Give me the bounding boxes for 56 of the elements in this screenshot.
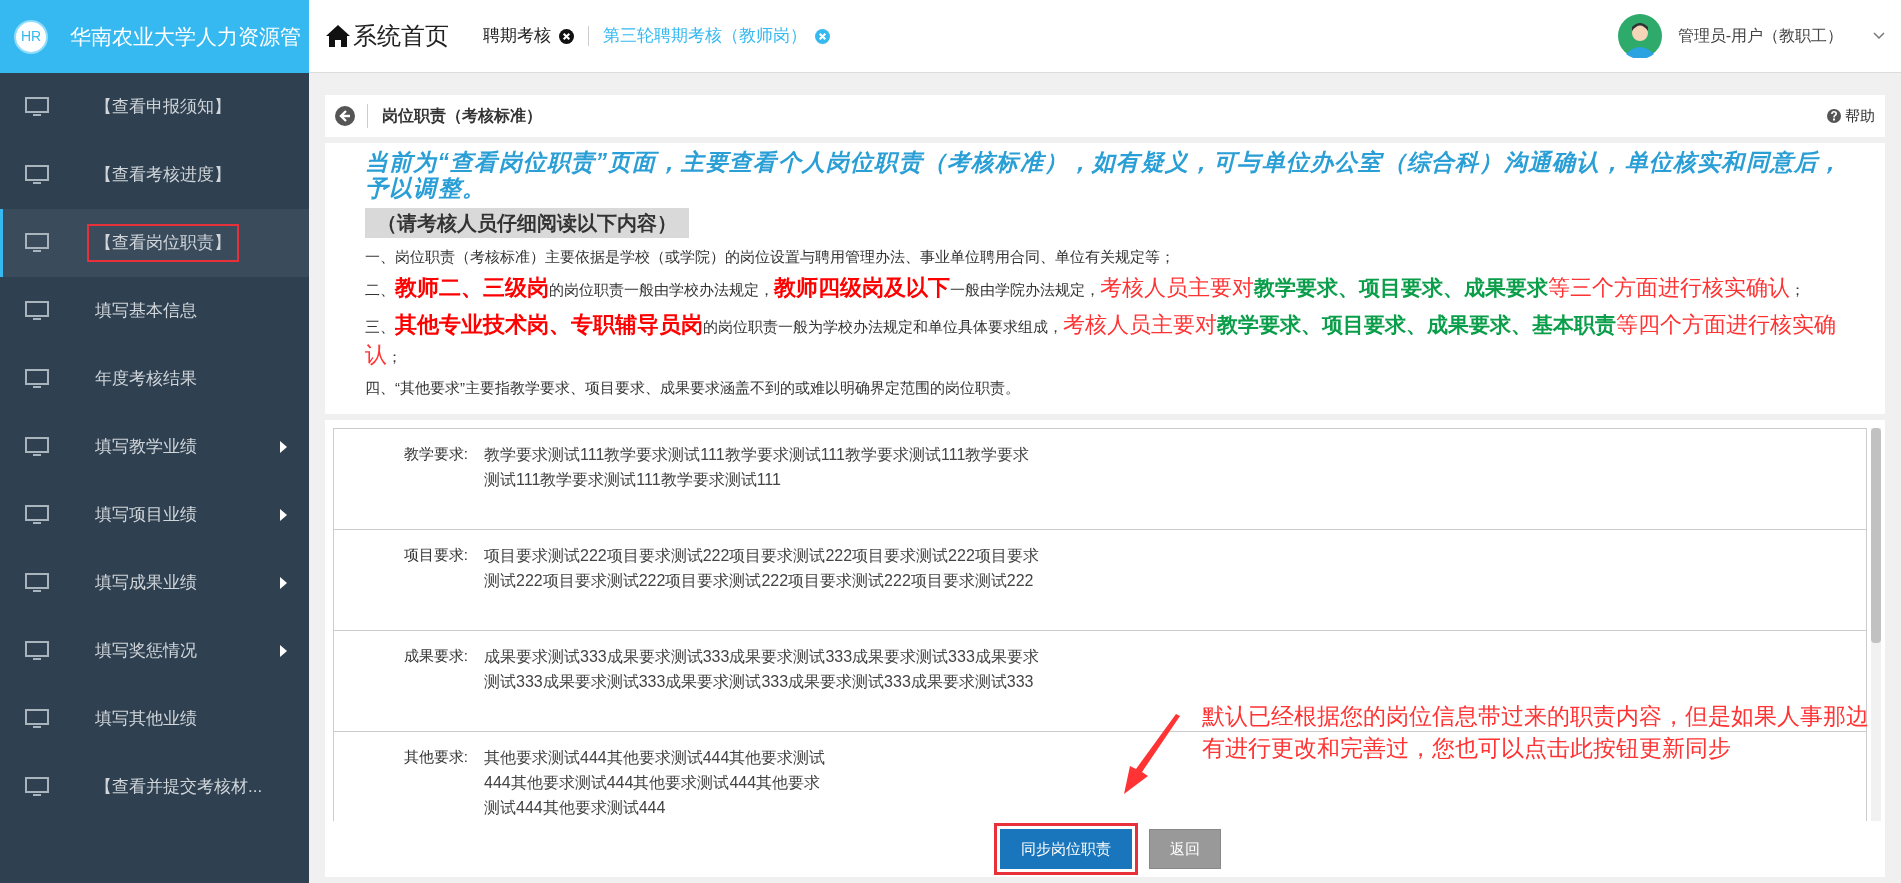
home-link[interactable]: 系统首页 [353, 18, 449, 54]
notice-paragraph: 三、其他专业技术岗、专职辅导员岗的岗位职责一般为学校办法规定和单位具体要求组成，考核人员主要对教学要求、项目要求、成果要求、基本职责等四个方面进行核实确认； [365, 310, 1837, 370]
field-label: 其他要求: [402, 747, 469, 768]
sidebar-item[interactable]: 【查看并提交考核材... [0, 753, 309, 821]
monitor-icon [25, 777, 49, 797]
close-icon[interactable] [559, 28, 574, 44]
sidebar-item[interactable]: 【查看申报须知】 [0, 73, 309, 141]
field-label: 教学要求: [402, 444, 469, 465]
avatar-icon[interactable] [1617, 14, 1662, 58]
sidebar-item[interactable]: 【查看考核进度】 [0, 141, 309, 209]
scrollbar[interactable] [1871, 428, 1881, 821]
notice-paragraph: 一、岗位职责（考核标准）主要依据是学校（或学院）的岗位设置与聘用管理办法、事业单位聘用合同、单位有关规定等； [365, 246, 1176, 267]
monitor-icon [25, 97, 49, 117]
tab[interactable]: 聘期考核 [469, 23, 588, 49]
monitor-icon [25, 165, 49, 185]
monitor-icon [25, 505, 49, 525]
monitor-icon [25, 369, 49, 389]
monitor-icon [25, 233, 49, 253]
monitor-icon [25, 301, 49, 321]
field-label: 成果要求: [402, 646, 469, 667]
sync-button[interactable]: 同步岗位职责 [1000, 828, 1132, 870]
sidebar-item[interactable]: 年度考核结果 [0, 345, 309, 413]
caret-icon [280, 509, 287, 521]
notice-paragraph: 二、教师二、三级岗的岗位职责一般由学校办法规定，教师四级岗及以下一般由学院办法规定，考核人员主要对教学要求、项目要求、成果要求等三个方面进行核实确认； [365, 273, 1806, 302]
caret-icon [280, 441, 287, 453]
monitor-icon [25, 641, 49, 661]
chevron-down-icon[interactable] [1873, 32, 1885, 40]
monitor-icon [25, 709, 49, 729]
notice-paragraph: 四、“其他要求”主要指教学要求、项目要求、成果要求涵盖不到的或难以明确界定范围的岗位职责。 [365, 378, 1021, 399]
home-icon[interactable] [325, 24, 351, 48]
app-title: 华南农业大学人力资源管 [70, 23, 301, 50]
sidebar-item[interactable]: 【查看岗位职责】 [0, 209, 309, 277]
field-value: 成果要求测试333成果要求测试333成果要求测试333成果要求测试333成果要求 测试333成果要求测试333成果要求测试333成果要求测试333成果要求测试333 [484, 647, 1039, 693]
caret-icon [280, 645, 287, 657]
sidebar-item[interactable]: 填写教学业绩 [0, 413, 309, 481]
annotation-text: 默认已经根据您的岗位信息带过来的职责内容，但是如果人事那边有进行更改和完善过，您也可以点击此按钮更新同步 [1202, 702, 1870, 764]
monitor-icon [25, 437, 49, 457]
notice-subheading: （请考核人员仔细阅读以下内容） [365, 207, 689, 238]
caret-icon [280, 577, 287, 589]
sidebar-item[interactable]: 填写其他业绩 [0, 685, 309, 753]
notice-headline: 当前为“查看岗位职责”页面，主要查看个人岗位职责（考核标准），如有疑义，可与单位办公室（综合科）沟通确认，单位核实和同意后，予以调整。 [365, 149, 1844, 202]
page-title: 岗位职责（考核标准） [367, 104, 542, 128]
monitor-icon [25, 573, 49, 593]
help-link[interactable]: 帮助 [1827, 104, 1875, 128]
logo: HR [14, 19, 48, 54]
field-value: 项目要求测试222项目要求测试222项目要求测试222项目要求测试222项目要求 测试222项目要求测试222项目要求测试222项目要求测试222项目要求测试222 [484, 546, 1039, 592]
sidebar-item[interactable]: 填写项目业绩 [0, 481, 309, 549]
back-icon[interactable] [335, 106, 355, 126]
sidebar-item[interactable]: 填写奖惩情况 [0, 617, 309, 685]
sidebar-item[interactable]: 填写成果业绩 [0, 549, 309, 617]
sidebar-item[interactable]: 填写基本信息 [0, 277, 309, 345]
field-label: 项目要求: [402, 545, 469, 566]
field-value: 教学要求测试111教学要求测试111教学要求测试111教学要求测试111教学要求 测试111教学要求测试111教学要求测试111 [484, 445, 1030, 491]
field-value: 其他要求测试444其他要求测试444其他要求测试 444其他要求测试444其他要求测试444其他要求 测试444其他要求测试444 [484, 748, 826, 818]
user-name[interactable]: 管理员-用户（教职工） [1677, 24, 1843, 48]
help-icon [1827, 109, 1841, 123]
